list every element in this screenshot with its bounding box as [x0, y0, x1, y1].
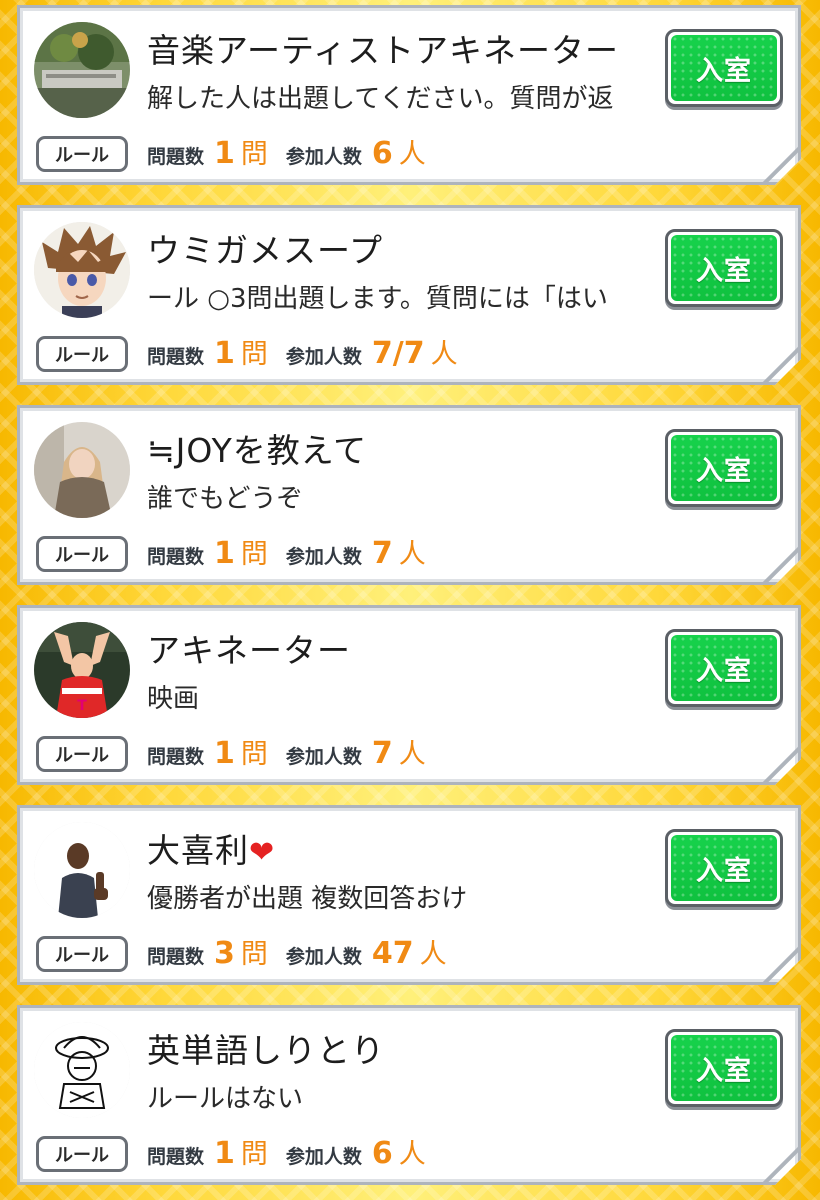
room-description: ルールはない: [147, 1084, 304, 1114]
room-card[interactable]: ≒JOYを教えて 誰でもどうぞ 入室 ルール 問題数 1 問 参加人数 7 人: [17, 405, 801, 585]
enter-room-button[interactable]: 入室: [665, 429, 783, 507]
questions-label: 問題数: [147, 946, 205, 968]
questions-label: 問題数: [147, 346, 205, 368]
enter-button-label: 入室: [671, 835, 777, 901]
questions-label: 問題数: [147, 546, 205, 568]
room-title: アキネーター: [147, 631, 351, 670]
enter-room-button[interactable]: 入室: [665, 629, 783, 707]
participants-label: 参加人数: [285, 1146, 362, 1168]
anime-boy-avatar: [34, 222, 130, 318]
participants-label: 参加人数: [285, 546, 362, 568]
rule-button[interactable]: ルール: [36, 536, 128, 572]
enter-button-label: 入室: [671, 435, 777, 501]
room-list: 音楽アーティストアキネーター 解した人は出題してください。質問が返 入室 ルール…: [0, 0, 820, 1200]
participants-unit: 人: [430, 339, 458, 370]
rule-button[interactable]: ルール: [36, 136, 128, 172]
room-description: 解した人は出題してください。質問が返: [147, 84, 614, 114]
participants-count: 7/7: [371, 336, 425, 371]
enter-room-button[interactable]: 入室: [665, 29, 783, 107]
thumbs-up-man-avatar: [34, 822, 130, 918]
participants-count: 47: [371, 936, 414, 971]
participants-unit: 人: [398, 139, 426, 170]
questions-unit: 問: [240, 1139, 268, 1170]
questions-unit: 問: [240, 739, 268, 770]
room-stats: 問題数 1 問 参加人数 7/7 人: [147, 332, 476, 376]
room-stats: 問題数 1 問 参加人数 6 人: [147, 1132, 444, 1176]
participants-count: 7: [371, 736, 393, 771]
girl-photo-avatar: [34, 422, 130, 518]
football-player-avatar: T: [34, 622, 130, 718]
participants-label: 参加人数: [285, 946, 362, 968]
questions-unit: 問: [240, 939, 268, 970]
questions-label: 問題数: [147, 1146, 205, 1168]
participants-unit: 人: [419, 939, 447, 970]
room-title: 英単語しりとり: [147, 1031, 385, 1070]
participants-label: 参加人数: [285, 746, 362, 768]
heart-icon: ❤: [249, 835, 276, 870]
questions-unit: 問: [240, 539, 268, 570]
room-card[interactable]: ウミガメスープ ール ○3問出題します。質問には「はい 入室 ルール 問題数 1…: [17, 205, 801, 385]
room-stats: 問題数 1 問 参加人数 7 人: [147, 732, 444, 776]
rule-button[interactable]: ルール: [36, 1136, 128, 1172]
questions-count: 3: [214, 936, 235, 971]
room-description: 誰でもどうぞ: [147, 484, 303, 514]
participants-count: 6: [371, 1136, 393, 1171]
room-title: ウミガメスープ: [147, 231, 384, 270]
questions-count: 1: [214, 536, 235, 571]
participants-count: 7: [371, 536, 393, 571]
questions-label: 問題数: [147, 746, 205, 768]
room-stats: 問題数 3 問 参加人数 47 人: [147, 932, 465, 976]
enter-button-label: 入室: [671, 635, 777, 701]
enter-room-button[interactable]: 入室: [665, 1029, 783, 1107]
rule-button[interactable]: ルール: [36, 736, 128, 772]
room-description: ール ○3問出題します。質問には「はい: [147, 284, 608, 314]
participants-unit: 人: [398, 1139, 426, 1170]
questions-count: 1: [214, 736, 235, 771]
room-title: 大喜利❤: [147, 824, 275, 872]
sketch-pirate-avatar: [34, 1022, 130, 1118]
rule-button[interactable]: ルール: [36, 936, 128, 972]
enter-room-button[interactable]: 入室: [665, 829, 783, 907]
room-title-text: 大喜利: [147, 831, 249, 870]
questions-unit: 問: [240, 339, 268, 370]
participants-unit: 人: [398, 539, 426, 570]
participants-label: 参加人数: [285, 146, 362, 168]
enter-button-label: 入室: [671, 235, 777, 301]
room-title: ≒JOYを教えて: [147, 431, 368, 470]
questions-count: 1: [214, 336, 235, 371]
room-title: 音楽アーティストアキネーター: [147, 31, 620, 70]
enter-button-label: 入室: [671, 35, 777, 101]
participants-unit: 人: [398, 739, 426, 770]
room-stats: 問題数 1 問 参加人数 6 人: [147, 132, 444, 176]
room-card[interactable]: T アキネーター 映画 入室 ルール 問題数 1 問 参加人数 7 人: [17, 605, 801, 785]
room-stats: 問題数 1 問 参加人数 7 人: [147, 532, 444, 576]
room-description: 映画: [147, 684, 200, 714]
participants-count: 6: [371, 136, 393, 171]
participants-label: 参加人数: [285, 346, 362, 368]
rule-button[interactable]: ルール: [36, 336, 128, 372]
landscape-avatar: [34, 22, 130, 118]
enter-room-button[interactable]: 入室: [665, 229, 783, 307]
room-description: 優勝者が出題 複数回答おけ: [147, 884, 468, 914]
room-card[interactable]: 音楽アーティストアキネーター 解した人は出題してください。質問が返 入室 ルール…: [17, 5, 801, 185]
questions-unit: 問: [240, 139, 268, 170]
questions-label: 問題数: [147, 146, 205, 168]
room-card[interactable]: 英単語しりとり ルールはない 入室 ルール 問題数 1 問 参加人数 6 人: [17, 1005, 801, 1185]
enter-button-label: 入室: [671, 1035, 777, 1101]
room-card[interactable]: 大喜利❤ 優勝者が出題 複数回答おけ 入室 ルール 問題数 3 問 参加人数 4…: [17, 805, 801, 985]
questions-count: 1: [214, 136, 235, 171]
svg-text:T: T: [77, 698, 87, 714]
questions-count: 1: [214, 1136, 235, 1171]
